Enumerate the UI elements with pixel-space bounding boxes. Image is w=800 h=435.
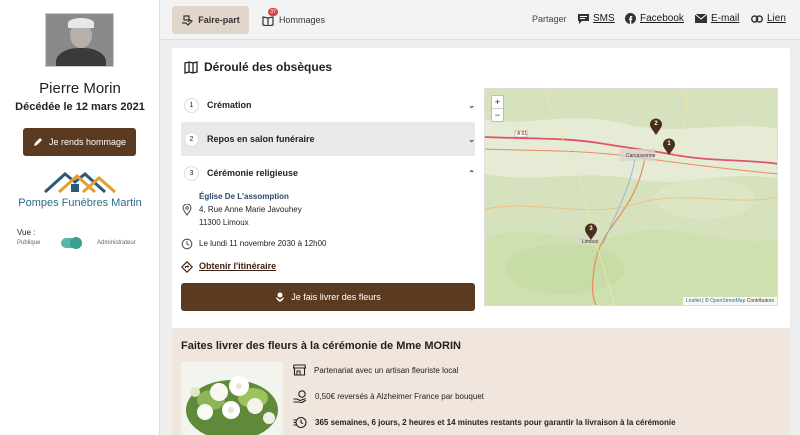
map-tiles xyxy=(485,89,777,305)
feature-donation: 0,50€ reversés à Alzheimer France par bo… xyxy=(293,390,484,403)
map-marker[interactable]: 2 xyxy=(649,118,663,141)
avatar xyxy=(45,13,114,67)
share-facebook-link[interactable]: Facebook xyxy=(640,13,684,24)
bouquet-image[interactable] xyxy=(181,362,283,435)
zoom-in-button[interactable]: + xyxy=(492,96,503,109)
share-link-link[interactable]: Lien xyxy=(767,13,786,24)
map-icon xyxy=(184,60,198,74)
share-email-link[interactable]: E-mail xyxy=(711,13,739,24)
step-label: Crémation xyxy=(207,100,252,110)
feature-delivery-countdown: 365 semaines, 6 jours, 2 heures et 14 mi… xyxy=(293,416,676,429)
step-ceremonie[interactable]: 3 Cérémonie religieuse ⌃ xyxy=(181,156,475,190)
view-public-label: Publique xyxy=(17,240,41,246)
ceremony-address-line1: 4, Rue Anne Marie Javouhey xyxy=(199,205,302,214)
osm-link[interactable]: OpenStreetMap xyxy=(710,298,745,304)
city-label: Carcassonne xyxy=(626,153,656,159)
share-label: Partager xyxy=(532,14,567,24)
timer-icon xyxy=(293,416,307,429)
zoom-out-button[interactable]: − xyxy=(492,109,503,121)
donation-icon xyxy=(293,390,307,403)
marker-number: 2 xyxy=(654,121,658,127)
hommages-count-badge: 37 xyxy=(268,8,278,16)
view-admin-label: Administrateur xyxy=(97,240,136,246)
funeral-schedule-card: Déroulé des obsèques 1 Crémation ⌄ 2 Rep… xyxy=(172,48,790,328)
step-number: 2 xyxy=(184,131,199,147)
top-navigation: Faire-part Hommages 37 Partager SMS Face… xyxy=(160,0,800,40)
deceased-name: Pierre Morin xyxy=(39,80,121,97)
step-label: Cérémonie religieuse xyxy=(207,168,299,178)
map-zoom-control: + − xyxy=(491,95,504,122)
flower-icon xyxy=(276,292,285,302)
ceremony-map[interactable]: A 61 Carcassonne Limoux 2 1 3 + − Leafle… xyxy=(484,88,778,306)
funeral-schedule-title: Déroulé des obsèques xyxy=(184,60,332,74)
chevron-down-icon: ⌄ xyxy=(468,134,475,144)
book-icon xyxy=(262,15,274,26)
flower-delivery-title: Faites livrer des fleurs à la cérémonie … xyxy=(181,340,461,352)
pen-icon xyxy=(33,138,42,146)
share-facebook[interactable]: Facebook xyxy=(625,13,684,24)
shop-icon xyxy=(293,364,306,376)
step-salon[interactable]: 2 Repos en salon funéraire ⌄ xyxy=(181,122,475,156)
step-cremation[interactable]: 1 Crémation ⌄ xyxy=(181,88,475,122)
tab-faire-part[interactable]: Faire-part xyxy=(172,6,249,34)
step-number: 3 xyxy=(184,165,199,181)
chevron-down-icon: ⌄ xyxy=(468,100,475,110)
chat-icon xyxy=(578,13,589,24)
view-label: Vue : xyxy=(17,228,36,237)
share-email[interactable]: E-mail xyxy=(695,13,739,24)
facebook-icon xyxy=(625,13,636,24)
share-sms[interactable]: SMS xyxy=(578,13,615,24)
flower-delivery-panel: Faites livrer des fleurs à la cérémonie … xyxy=(172,328,790,435)
share-sms-link[interactable]: SMS xyxy=(593,13,615,24)
ceremony-address-line2: 11300 Limoux xyxy=(199,218,249,227)
marker-number: 3 xyxy=(589,226,593,232)
send-flowers-button[interactable]: Je fais livrer des fleurs xyxy=(181,283,475,311)
leaflet-link[interactable]: Leaflet xyxy=(686,298,701,304)
bouquet-picture xyxy=(181,362,283,435)
location-pin-icon xyxy=(182,204,192,216)
view-toggle[interactable] xyxy=(61,237,82,249)
map-marker[interactable]: 1 xyxy=(662,138,676,161)
directions-link[interactable]: Obtenir l'itinéraire xyxy=(199,261,276,271)
step-number: 1 xyxy=(184,97,199,113)
tab-faire-part-label: Faire-part xyxy=(198,15,240,25)
announcement-icon xyxy=(182,14,194,26)
ceremony-place: Église De L'assomption xyxy=(199,192,289,201)
send-flowers-label: Je fais livrer des fleurs xyxy=(291,292,381,302)
clock-icon xyxy=(181,238,193,250)
share-link[interactable]: Lien xyxy=(751,13,786,24)
brand-logo-icon xyxy=(43,172,116,194)
directions-icon xyxy=(181,261,193,273)
map-marker[interactable]: 3 xyxy=(584,223,598,246)
feature-local-florist: Partenariat avec un artisan fleuriste lo… xyxy=(293,364,459,376)
ceremony-datetime: Le lundi 11 novembre 2030 à 12h00 xyxy=(199,239,327,248)
tribute-button-label: Je rends hommage xyxy=(48,137,127,147)
brand-name: Pompes Funèbres Martin xyxy=(18,197,142,209)
step-label: Repos en salon funéraire xyxy=(207,134,315,144)
death-date: Décédée le 12 mars 2021 xyxy=(15,101,145,113)
map-attribution: Leaflet | © OpenStreetMap Contributors xyxy=(682,297,777,305)
road-label: A 61 xyxy=(517,131,528,137)
tab-hommages-label: Hommages xyxy=(279,15,326,25)
link-icon xyxy=(751,14,763,23)
mail-icon xyxy=(695,14,707,23)
marker-number: 1 xyxy=(667,141,671,147)
tribute-button[interactable]: Je rends hommage xyxy=(23,128,136,156)
chevron-up-icon: ⌃ xyxy=(468,168,475,178)
profile-sidebar: Pierre Morin Décédée le 12 mars 2021 Je … xyxy=(0,0,160,435)
